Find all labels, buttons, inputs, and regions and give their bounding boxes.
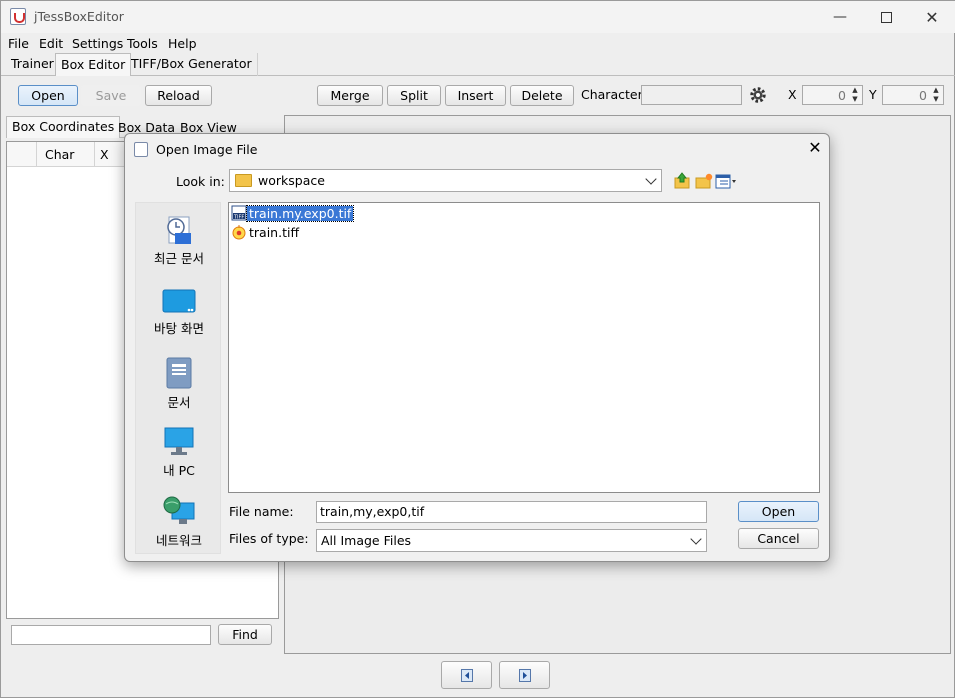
chevron-down-icon xyxy=(645,173,657,185)
gear-icon[interactable] xyxy=(748,85,768,105)
open-image-dialog: Open Image File ✕ Look in: workspace 최근 … xyxy=(124,133,830,562)
x-spinner[interactable]: 0 ▲ ▼ xyxy=(802,85,863,105)
places-bar: 최근 문서 바탕 화면 문서 내 PC 네트워크 xyxy=(135,202,221,554)
find-input[interactable] xyxy=(11,625,211,645)
y-label: Y xyxy=(869,87,877,102)
prev-page-button[interactable] xyxy=(441,661,492,689)
file-type-combo[interactable]: All Image Files xyxy=(316,529,707,552)
file-type-value: All Image Files xyxy=(321,533,412,548)
dialog-open-button[interactable]: Open xyxy=(738,501,819,522)
window-title: jTessBoxEditor xyxy=(34,9,124,24)
insert-button[interactable]: Insert xyxy=(445,85,506,106)
tab-box-coordinates[interactable]: Box Coordinates xyxy=(6,116,121,138)
column-x[interactable]: X xyxy=(100,147,109,162)
merge-button[interactable]: Merge xyxy=(317,85,383,106)
tiff-file-icon xyxy=(232,225,246,240)
file-name: train.my.exp0.tif xyxy=(245,204,355,222)
place-label: 바탕 화면 xyxy=(154,321,204,336)
place-recent[interactable]: 최근 문서 xyxy=(136,215,222,267)
tif-file-icon: TIFF xyxy=(231,205,247,221)
dialog-title: Open Image File xyxy=(156,142,258,157)
new-folder-icon[interactable] xyxy=(695,172,713,190)
place-network[interactable]: 네트워크 xyxy=(136,495,222,549)
split-button[interactable]: Split xyxy=(387,85,441,106)
find-button[interactable]: Find xyxy=(218,624,272,645)
place-label: 네트워크 xyxy=(155,533,202,548)
minimize-button[interactable]: — xyxy=(817,1,863,33)
arrow-left-icon xyxy=(460,668,473,682)
place-label: 최근 문서 xyxy=(154,251,204,266)
svg-text:TIFF: TIFF xyxy=(233,215,244,221)
column-char[interactable]: Char xyxy=(45,147,74,162)
place-documents[interactable]: 문서 xyxy=(136,357,222,411)
main-tab-strip: Trainer Box Editor TIFF/Box Generator xyxy=(1,53,955,76)
file-list[interactable]: TIFF train.my.exp0.tif train.tiff xyxy=(228,202,820,493)
menu-file[interactable]: File xyxy=(8,36,29,51)
tab-tiff-box-generator[interactable]: TIFF/Box Generator xyxy=(126,53,258,76)
dialog-close-icon[interactable]: ✕ xyxy=(805,138,825,160)
next-page-button[interactable] xyxy=(499,661,550,689)
folder-icon xyxy=(235,174,252,187)
file-type-label: Files of type: xyxy=(229,531,309,546)
minimize-icon: — xyxy=(833,9,847,25)
dialog-cancel-button[interactable]: Cancel xyxy=(738,528,819,549)
file-name: train.tiff xyxy=(249,224,300,240)
save-button[interactable]: Save xyxy=(81,85,141,106)
arrow-right-icon xyxy=(518,668,531,682)
documents-icon xyxy=(166,357,192,389)
file-name-input[interactable]: train,my,exp0,tif xyxy=(316,501,707,523)
chevron-down-icon xyxy=(690,533,702,545)
delete-button[interactable]: Delete xyxy=(510,85,574,106)
list-item[interactable]: TIFF train.my.exp0.tif xyxy=(231,204,355,222)
this-pc-icon xyxy=(164,427,194,455)
y-down-arrow-icon[interactable]: ▼ xyxy=(929,95,943,104)
place-desktop[interactable]: 바탕 화면 xyxy=(136,289,222,337)
look-in-value: workspace xyxy=(258,173,325,188)
menu-tools[interactable]: Tools xyxy=(127,36,158,51)
x-down-arrow-icon[interactable]: ▼ xyxy=(848,95,862,104)
desktop-icon xyxy=(162,289,196,313)
tab-box-editor[interactable]: Box Editor xyxy=(55,53,132,76)
menu-edit[interactable]: Edit xyxy=(39,36,63,51)
maximize-icon xyxy=(880,11,892,23)
x-value: 0 xyxy=(838,88,846,103)
look-in-label: Look in: xyxy=(176,174,225,189)
recent-items-icon xyxy=(167,216,191,244)
java-cup-icon xyxy=(134,142,148,157)
java-cup-icon xyxy=(10,8,26,25)
title-bar: jTessBoxEditor — ✕ xyxy=(1,1,955,33)
x-label: X xyxy=(788,87,797,102)
view-menu-icon[interactable] xyxy=(715,174,739,190)
list-item[interactable]: train.tiff xyxy=(231,224,301,240)
tab-trainer[interactable]: Trainer xyxy=(6,53,60,76)
reload-button[interactable]: Reload xyxy=(145,85,212,106)
maximize-button[interactable] xyxy=(863,1,909,33)
character-field[interactable] xyxy=(641,85,742,105)
file-name-label: File name: xyxy=(229,504,294,519)
menu-help[interactable]: Help xyxy=(168,36,197,51)
place-this-pc[interactable]: 내 PC xyxy=(136,427,222,479)
look-in-combo[interactable]: workspace xyxy=(229,169,662,192)
x-up-arrow-icon[interactable]: ▲ xyxy=(848,86,862,95)
close-icon: ✕ xyxy=(925,7,939,27)
menu-settings[interactable]: Settings xyxy=(72,36,123,51)
up-folder-icon[interactable] xyxy=(673,172,691,190)
place-label: 내 PC xyxy=(163,463,195,478)
y-spinner[interactable]: 0 ▲ ▼ xyxy=(882,85,944,105)
close-button[interactable]: ✕ xyxy=(909,1,955,33)
place-label: 문서 xyxy=(167,395,191,410)
y-value: 0 xyxy=(919,88,927,103)
open-button[interactable]: Open xyxy=(18,85,78,106)
menu-bar: File Edit Settings Tools Help xyxy=(1,33,955,53)
character-label: Character xyxy=(581,87,643,102)
network-icon xyxy=(163,496,195,524)
y-up-arrow-icon[interactable]: ▲ xyxy=(929,86,943,95)
